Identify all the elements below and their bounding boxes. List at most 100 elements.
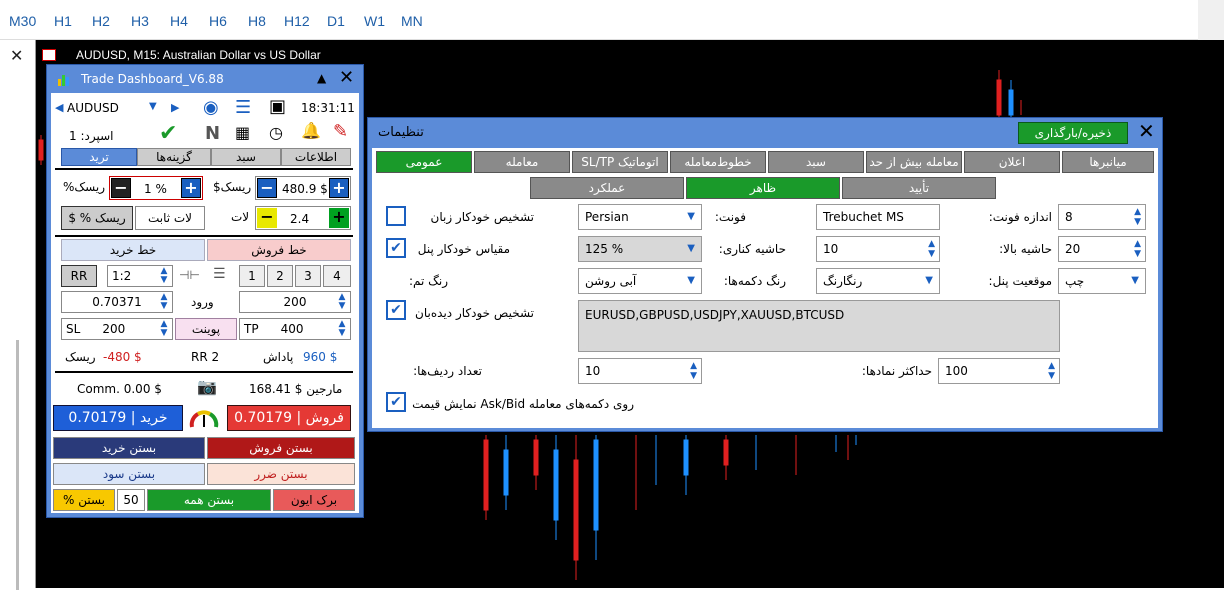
tab-performance[interactable]: عملکرد (530, 177, 684, 199)
close-icon[interactable]: ✕ (1138, 119, 1155, 143)
font-size-input[interactable]: 8 ▲ ▼ (1058, 204, 1146, 230)
tab-auto-sltp[interactable]: SL/TP اتوماتیک (572, 151, 668, 173)
calendar-icon[interactable]: ▦ (235, 123, 250, 142)
rr-button[interactable]: RR (61, 265, 97, 287)
tf-h1[interactable]: H1 (54, 13, 72, 29)
auto-lang-checkbox[interactable] (386, 206, 406, 226)
theme-select[interactable]: آبی روشن ▼ (578, 268, 702, 294)
tab-basket[interactable]: سبد (211, 148, 281, 166)
risk-usd-value[interactable]: 480.9 $ (282, 179, 328, 199)
tab-shortcuts[interactable]: میانبرها (1062, 151, 1154, 173)
top-margin-input[interactable]: 20 ▲ ▼ (1058, 236, 1146, 262)
tf-w1[interactable]: W1 (364, 13, 385, 29)
scrollbar[interactable] (16, 340, 19, 590)
tf-h2[interactable]: H2 (92, 13, 110, 29)
rr-input[interactable]: 1:2 ▲ ▼ (107, 265, 173, 287)
auto-watch-checkbox[interactable]: ✔ (386, 300, 406, 320)
pin-icon[interactable]: ⊣⊢ (179, 268, 200, 282)
tf-h6[interactable]: H6 (209, 13, 227, 29)
entry-price-input[interactable]: 0.70371 ▲ ▼ (61, 291, 173, 313)
close-profit-button[interactable]: بستن سود (53, 463, 205, 485)
sell-line-button[interactable]: خط فروش (207, 239, 351, 261)
break-even-button[interactable]: برک ایون (273, 489, 355, 511)
tab-appearance[interactable]: ظاهر (686, 177, 840, 199)
show-price-checkbox[interactable]: ✔ (386, 392, 406, 412)
tab-confirmation[interactable]: تأیید (842, 177, 996, 199)
save-load-button[interactable]: ذخیره/بارگذاری (1018, 122, 1128, 144)
risk-usd-plus-button[interactable]: + (329, 178, 349, 198)
collapse-icon[interactable]: ▲ (317, 71, 326, 85)
close-all-button[interactable]: بستن همه (147, 489, 271, 511)
spin-icon[interactable]: ▲ ▼ (158, 267, 170, 285)
risk-usd-minus-button[interactable]: − (257, 178, 277, 198)
close-pct-button[interactable]: % بستن (53, 489, 115, 511)
spin-icon[interactable]: ▲ ▼ (1134, 207, 1141, 227)
close-loss-button[interactable]: بستن ضرر (207, 463, 355, 485)
tf-h3[interactable]: H3 (131, 13, 149, 29)
lot-value[interactable]: 2.4 (290, 209, 309, 229)
timer-icon[interactable]: ◷ (269, 123, 283, 142)
tf-h4[interactable]: H4 (170, 13, 188, 29)
spin-icon[interactable]: ▲ ▼ (1134, 239, 1141, 259)
spin-icon[interactable]: ▲ ▼ (1048, 361, 1055, 381)
close-icon[interactable]: ✕ (339, 67, 354, 88)
wrench-icon[interactable]: ✎ (333, 121, 348, 142)
close-sell-button[interactable]: بستن فروش (207, 437, 355, 459)
tf-d1[interactable]: D1 (327, 13, 345, 29)
spin-icon[interactable]: ▲ ▼ (336, 293, 348, 311)
buy-button[interactable]: خرید | 0.70179 (53, 405, 183, 431)
tf-m30[interactable]: M30 (9, 13, 36, 29)
language-select[interactable]: Persian ▼ (578, 204, 702, 230)
spin-icon[interactable]: ▲ ▼ (158, 320, 170, 338)
tab-trade[interactable]: معامله (474, 151, 570, 173)
side-margin-input[interactable]: 10 ▲ ▼ (816, 236, 940, 262)
num-button-3[interactable]: 3 (295, 265, 321, 287)
point-button[interactable]: پوینت (175, 318, 237, 340)
spin-icon[interactable]: ▲ ▼ (928, 239, 935, 259)
num-button-2[interactable]: 2 (267, 265, 293, 287)
fixed-lot-button[interactable]: لات ثابت (135, 206, 205, 230)
buy-line-button[interactable]: خط خرید (61, 239, 205, 261)
bell-icon[interactable]: 🔔 (301, 121, 321, 140)
tab-info[interactable]: اطلاعات (281, 148, 351, 166)
lot-plus-button[interactable]: + (329, 208, 349, 228)
button-color-select[interactable]: رنگارنگ ▼ (816, 268, 940, 294)
panel-position-select[interactable]: چپ ▼ (1058, 268, 1146, 294)
sl-input[interactable]: SL 200 ▲ ▼ (61, 318, 173, 340)
tab-options[interactable]: گزینه‌ها (137, 148, 211, 166)
close-pct-input[interactable]: 50 (117, 489, 145, 511)
risk-pct-plus-button[interactable]: + (181, 178, 201, 198)
eye-icon[interactable]: ◉ (203, 97, 219, 118)
n-icon[interactable]: N (205, 123, 220, 144)
spin-icon[interactable]: ▲ ▼ (690, 361, 697, 381)
close-buy-button[interactable]: بستن خرید (53, 437, 205, 459)
auto-scale-checkbox[interactable]: ✔ (386, 238, 406, 258)
num-button-1[interactable]: 1 (239, 265, 265, 287)
max-symbols-input[interactable]: 100 ▲ ▼ (938, 358, 1060, 384)
tab-overtrade[interactable]: معامله بیش از حد (866, 151, 962, 173)
rows-input[interactable]: 10 ▲ ▼ (578, 358, 702, 384)
risk-pct-minus-button[interactable]: − (111, 178, 131, 198)
tab-general[interactable]: عمومی (376, 151, 472, 173)
tab-basket[interactable]: سبد (768, 151, 864, 173)
risk-pct-value[interactable]: 1 % (144, 179, 167, 199)
sell-button[interactable]: فروش | 0.70179 (227, 405, 351, 431)
points-input[interactable]: 200 ▲ ▼ (239, 291, 351, 313)
next-symbol-icon[interactable]: ▶ (171, 101, 179, 114)
tf-h12[interactable]: H12 (284, 13, 310, 29)
tf-h8[interactable]: H8 (248, 13, 266, 29)
tab-notifications[interactable]: اعلان (964, 151, 1060, 173)
list-icon[interactable]: ☰ (213, 266, 226, 282)
check-icon[interactable]: ✔ (159, 121, 177, 146)
spin-icon[interactable]: ▲ ▼ (158, 293, 170, 311)
risk-mode-toggle[interactable]: $ % ریسک (61, 206, 133, 230)
tab-trade-lines[interactable]: خطوط‌معامله (670, 151, 766, 173)
camera-icon[interactable]: 📷 (197, 377, 217, 396)
font-input[interactable]: Trebuchet MS (816, 204, 940, 230)
close-icon[interactable]: ✕ (10, 46, 23, 65)
spin-icon[interactable]: ▲ ▼ (336, 320, 348, 338)
watchlist-input[interactable]: EURUSD,GBPUSD,USDJPY,XAUUSD,BTCUSD (578, 300, 1060, 352)
lot-minus-button[interactable]: − (257, 208, 277, 228)
symbol-dropdown-icon[interactable]: ▼ (149, 101, 157, 112)
tab-trade[interactable]: ترید (61, 148, 137, 166)
